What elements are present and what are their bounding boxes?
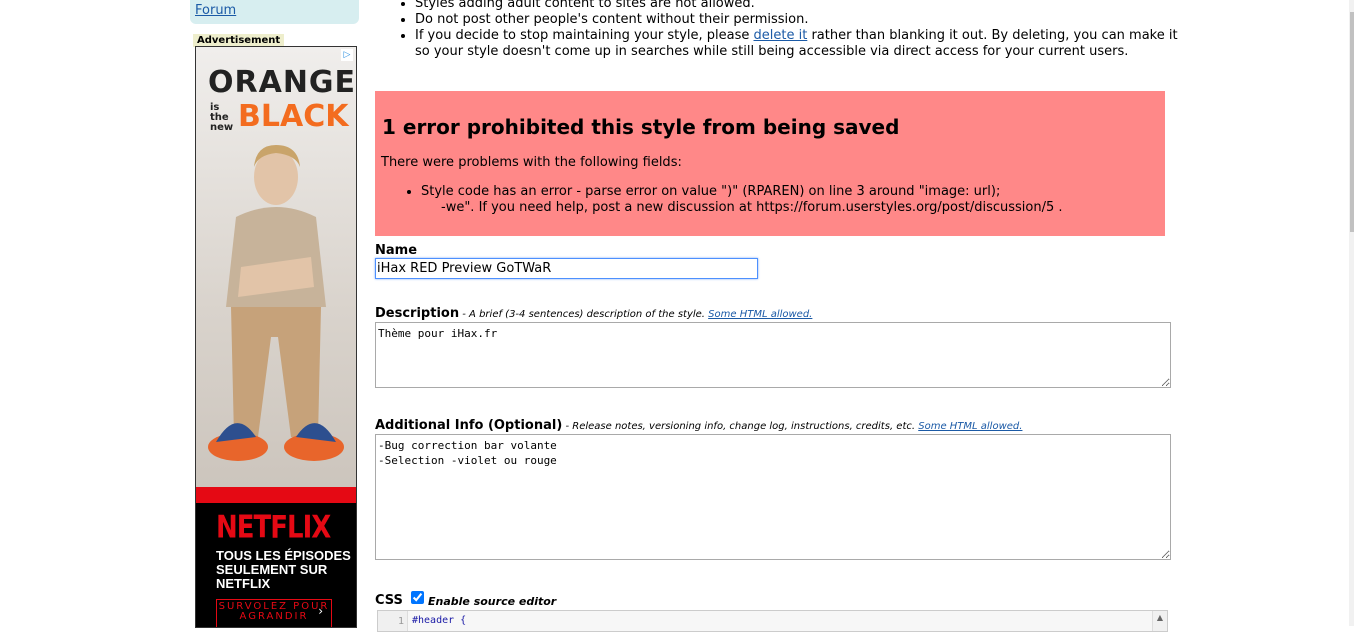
scrollbar-thumb[interactable]: [1350, 12, 1354, 232]
description-hint-text: - A brief (3-4 sentences) description of…: [459, 309, 709, 320]
name-input[interactable]: [375, 258, 758, 279]
additional-info-textarea[interactable]: -Bug correction bar volante -Selection -…: [375, 434, 1171, 560]
ad-tagline: TOUS LES ÉPISODES SEULEMENT SUR NETFLIX: [216, 548, 351, 591]
description-label: Description - A brief (3-4 sentences) de…: [375, 306, 812, 321]
additional-info-label-text: Additional Info (Optional): [375, 418, 563, 433]
css-label: CSS: [375, 593, 403, 608]
rule-text: If you decide to stop maintaining your s…: [415, 28, 754, 43]
html-allowed-link[interactable]: Some HTML allowed.: [708, 309, 812, 320]
description-label-text: Description: [375, 306, 460, 321]
name-label: Name: [375, 243, 418, 258]
rule-item: Do not post other people's content witho…: [415, 12, 1195, 28]
ad-cta-label: SURVOLEZ POUR AGRANDIR: [218, 601, 330, 622]
netflix-logo: NETFLIX: [216, 510, 331, 546]
ad-is-the-new-text: is the new: [210, 102, 234, 133]
css-code-editor[interactable]: 1 #header { ▲: [377, 610, 1168, 632]
html-allowed-link[interactable]: Some HTML allowed.: [918, 421, 1022, 432]
line-number: 1: [378, 611, 408, 631]
page-scrollbar[interactable]: [1349, 0, 1354, 626]
ad-netflix-panel: NETFLIX TOUS LES ÉPISODES SEULEMENT SUR …: [196, 503, 356, 627]
advertisement-banner[interactable]: ORANGE is the new BLACK ▷ NETFLIX TOUS L…: [195, 46, 357, 628]
code-line: #header {: [412, 615, 467, 626]
adchoices-icon[interactable]: ▷: [341, 49, 353, 61]
ad-hover-button[interactable]: SURVOLEZ POUR AGRANDIR ›: [216, 599, 332, 627]
ad-black-text: BLACK: [238, 99, 349, 134]
error-message-line1: Style code has an error - parse error on…: [421, 184, 1001, 199]
rule-item: Styles adding adult content to sites are…: [415, 0, 1195, 12]
error-message-line2: -we". If you need help, post a new discu…: [441, 200, 1063, 215]
enable-source-editor-checkbox[interactable]: [411, 591, 424, 604]
posting-rules-list: Styles adding adult content to sites are…: [396, 0, 1195, 60]
description-textarea[interactable]: Thème pour iHax.fr: [375, 322, 1171, 388]
chevron-right-icon: ›: [318, 604, 325, 618]
scroll-up-icon[interactable]: ▲: [1152, 611, 1167, 631]
ad-red-bar: [196, 487, 356, 503]
enable-source-editor-label[interactable]: Enable source editor: [428, 595, 556, 608]
additional-info-hint-text: - Release notes, versioning info, change…: [562, 421, 919, 432]
rule-item-delete: If you decide to stop maintaining your s…: [415, 28, 1195, 60]
forum-link[interactable]: Forum: [195, 3, 236, 18]
description-hint: - A brief (3-4 sentences) description of…: [459, 309, 812, 320]
additional-info-hint: - Release notes, versioning info, change…: [562, 421, 1022, 432]
error-explanation-box: 1 error prohibited this style from being…: [375, 91, 1165, 236]
delete-it-link[interactable]: delete it: [754, 28, 808, 43]
additional-info-label: Additional Info (Optional) - Release not…: [375, 418, 1022, 433]
error-list: Style code has an error - parse error on…: [401, 184, 1121, 216]
error-intro: There were problems with the following f…: [381, 155, 682, 170]
ad-orange-text: ORANGE: [208, 65, 357, 100]
ad-person-illustration: [208, 145, 344, 461]
error-item: Style code has an error - parse error on…: [421, 184, 1121, 216]
ad-poster: ORANGE is the new BLACK: [196, 47, 356, 487]
sidebar-forum-box: Forum: [190, 0, 359, 24]
error-title: 1 error prohibited this style from being…: [382, 115, 900, 139]
